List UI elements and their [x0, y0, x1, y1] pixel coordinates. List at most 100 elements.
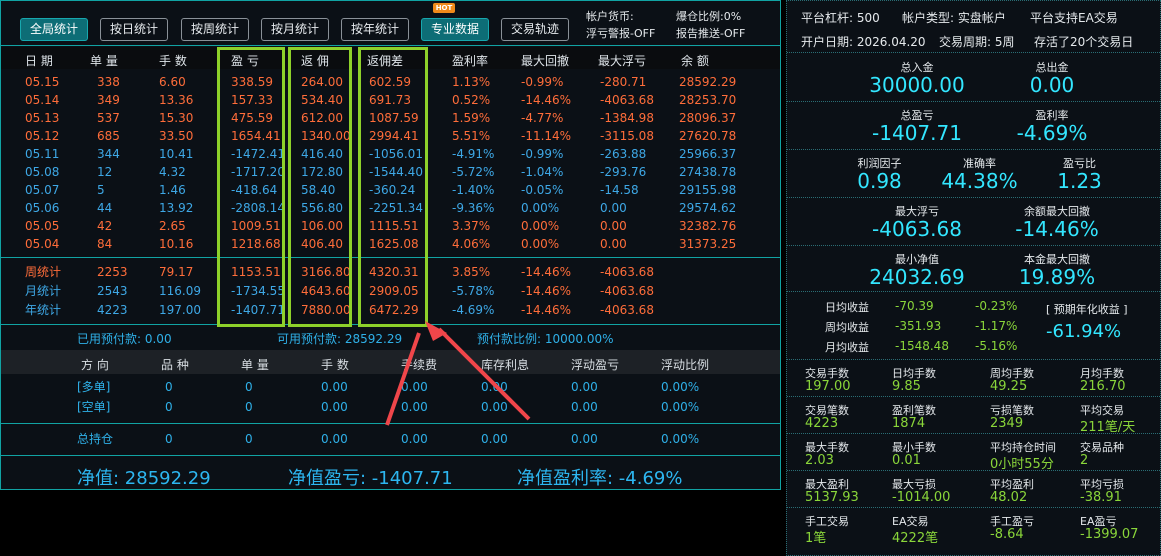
position-value: 0: [245, 400, 253, 414]
col-lots: 手 数: [159, 54, 187, 68]
cell-count: 44: [97, 201, 113, 215]
col-profit-rate: 盈利率: [452, 54, 489, 68]
forecast-label: [ 预期年化收益 ]: [1046, 303, 1128, 316]
cell-dd: 0.00%: [521, 201, 560, 215]
total-value: 0.00: [481, 432, 508, 446]
cell-lots: 10.41: [159, 147, 194, 161]
kpi-value: -4063.68: [872, 217, 962, 241]
highlight-rebate-diff-column: [358, 47, 428, 327]
btn-trade-track[interactable]: 交易轨迹: [501, 18, 569, 41]
summary-float: -4063.68: [600, 284, 654, 298]
total-value: 0.00: [571, 432, 598, 446]
btn-pro-data[interactable]: 专业数据: [421, 18, 489, 41]
col-date: 日 期: [25, 54, 53, 68]
avg-amount: -351.93: [895, 319, 942, 333]
divider: [787, 291, 1160, 292]
cell-float: 0.00: [600, 237, 627, 251]
survived-days: 存活了20个交易日: [1034, 35, 1134, 49]
cell-rate: -1.40%: [452, 183, 495, 197]
kpi-value: 0.00: [1029, 73, 1075, 97]
avg-percent: -1.17%: [975, 319, 1018, 333]
cell-float: -3115.08: [600, 129, 654, 143]
cell-balance: 29155.98: [679, 183, 737, 197]
cell-rate: 5.51%: [452, 129, 491, 143]
summary-float: -4063.68: [600, 265, 654, 279]
position-value: 0.00%: [661, 380, 700, 394]
summary-count: 4223: [97, 303, 128, 317]
pos-col-direction: 方 向: [81, 358, 109, 372]
float-loss-alert[interactable]: 浮亏警报-OFF: [586, 27, 655, 41]
highlight-rebate-column: [288, 47, 352, 327]
summary-dd: -14.46%: [521, 303, 572, 317]
account-currency: 帐户货币:: [586, 10, 634, 23]
cell-float: -280.71: [600, 75, 647, 89]
summary-label: 月统计: [25, 284, 62, 298]
cell-balance: 29574.62: [679, 201, 737, 215]
cell-count: 42: [97, 219, 113, 233]
cell-dd: -0.99%: [521, 147, 564, 161]
cell-rate: 0.52%: [452, 93, 491, 107]
cell-date: 05.07: [25, 183, 60, 197]
total-value: 0: [245, 432, 253, 446]
open-date: 开户日期: 2026.04.20: [801, 35, 926, 49]
kpi-value: -14.46%: [1015, 217, 1099, 241]
col-max-drawdown: 最大回撤: [521, 54, 570, 68]
cell-dd: -1.04%: [521, 165, 564, 179]
equity-pnl: 净值盈亏: -1407.71: [288, 468, 453, 489]
cell-float: -14.58: [600, 183, 639, 197]
cell-lots: 6.60: [159, 75, 186, 89]
cell-lots: 15.30: [159, 111, 194, 125]
stat-value: 2: [1080, 453, 1089, 468]
cell-lots: 1.46: [159, 183, 186, 197]
btn-global-stats[interactable]: 全局统计: [20, 18, 88, 41]
pos-col-float-pnl: 浮动盈亏: [571, 358, 620, 372]
btn-monthly-stats[interactable]: 按月统计: [261, 18, 329, 41]
divider: [787, 52, 1160, 53]
cell-lots: 13.92: [159, 201, 194, 215]
total-value: 0.00: [321, 432, 348, 446]
cell-date: 05.12: [25, 129, 60, 143]
kpi-value: 24032.69: [869, 265, 965, 289]
position-direction: [多单]: [77, 380, 111, 394]
avg-label: 月均收益: [825, 341, 869, 354]
kpi-value: 44.38%: [941, 169, 1018, 193]
summary-dd: -14.46%: [521, 265, 572, 279]
avg-label: 日均收益: [825, 301, 869, 314]
stat-value: 5137.93: [805, 490, 859, 505]
summary-label: 周统计: [25, 265, 62, 279]
leverage: 平台杠杆: 500: [801, 11, 880, 25]
stat-value: -38.91: [1080, 490, 1122, 505]
used-margin: 已用预付款: 0.00: [77, 332, 172, 346]
btn-daily-stats[interactable]: 按日统计: [100, 18, 168, 41]
kpi-value: 0.98: [857, 169, 902, 193]
avg-label: 周均收益: [825, 321, 869, 334]
summary-rate: -5.78%: [452, 284, 495, 298]
cell-dd: 0.00%: [521, 237, 560, 251]
cell-count: 537: [97, 111, 120, 125]
cell-count: 685: [97, 129, 120, 143]
cell-balance: 28592.29: [679, 75, 737, 89]
cell-lots: 33.50: [159, 129, 194, 143]
total-value: 0.00%: [661, 432, 700, 446]
cell-float: -293.76: [600, 165, 647, 179]
trade-period: 交易周期: 5周: [939, 35, 1015, 49]
kpi-value: 19.89%: [1018, 265, 1096, 289]
btn-yearly-stats[interactable]: 按年统计: [341, 18, 409, 41]
cell-lots: 13.36: [159, 93, 194, 107]
total-label: 总持仓: [77, 432, 114, 446]
cell-date: 05.11: [25, 147, 60, 161]
forecast-value: -61.94%: [1046, 321, 1122, 342]
cell-rate: 1.13%: [452, 75, 491, 89]
position-value: 0: [165, 400, 173, 414]
equity-rate: 净值盈利率: -4.69%: [517, 468, 683, 489]
cell-lots: 4.32: [159, 165, 186, 179]
cell-rate: 4.06%: [452, 237, 491, 251]
cell-date: 05.13: [25, 111, 60, 125]
summary-lots: 197.00: [159, 303, 201, 317]
cell-dd: -11.14%: [521, 129, 572, 143]
cell-float: -1384.98: [600, 111, 654, 125]
divider: [787, 245, 1160, 246]
btn-weekly-stats[interactable]: 按周统计: [181, 18, 249, 41]
cell-rate: -9.36%: [452, 201, 495, 215]
report-push[interactable]: 报告推送-OFF: [676, 27, 745, 41]
